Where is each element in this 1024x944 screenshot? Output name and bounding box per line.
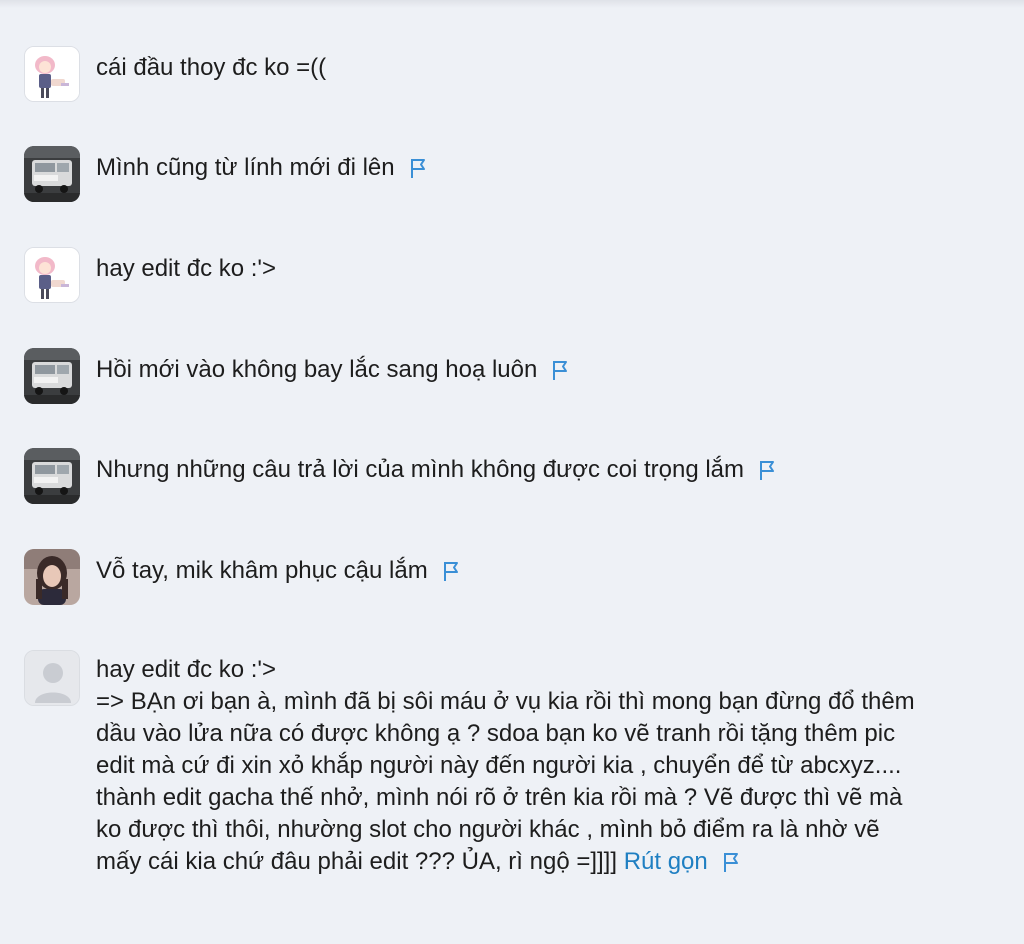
comment-line: hay edit đc ko :'> (96, 656, 277, 683)
comment-line: dầu vào lửa nữa có được không ạ ? sdoa b… (96, 720, 896, 747)
comment-line: ko được thì thôi, nhường slot cho người … (96, 816, 880, 843)
comment-text: cái đầu thoy đc ko =(( (96, 52, 326, 84)
collapse-link[interactable]: Rút gọn (624, 848, 708, 875)
comment-text: Hồi mới vào không bay lắc sang hoạ luôn (96, 354, 569, 386)
report-flag-icon[interactable] (409, 156, 427, 178)
comment-message: Mình cũng từ lính mới đi lên (96, 154, 395, 181)
comment-message: Nhưng những câu trả lời của mình không đ… (96, 456, 744, 483)
comment-line: => BẠn ơi bạn à, mình đã bị sôi máu ở vụ… (96, 688, 915, 715)
report-flag-icon[interactable] (551, 358, 569, 380)
comment-message: Hồi mới vào không bay lắc sang hoạ luôn (96, 356, 538, 383)
comment-last-line: mấy cái kia chứ đâu phải edit ??? ỦA, rì… (96, 846, 1020, 878)
comment-message: cái đầu thoy đc ko =(( (96, 54, 327, 81)
comment-text: hay edit đc ko :'> => BẠn ơi bạn à, mình… (96, 654, 1020, 878)
comment-line: thành edit gacha thế nhở, mình nói rõ ở … (96, 784, 903, 811)
girl-portrait-avatar[interactable] (24, 549, 80, 605)
comment-line: mấy cái kia chứ đâu phải edit ??? ỦA, rì… (96, 848, 618, 875)
comment-text: hay edit đc ko :'> (96, 253, 276, 285)
comment-message: Vỗ tay, mik khâm phục cậu lắm (96, 557, 428, 584)
comment-line: edit mà cứ đi xin xỏ khắp người này đến … (96, 752, 902, 779)
truck-photo-avatar[interactable] (24, 146, 80, 202)
report-flag-icon[interactable] (722, 850, 740, 872)
comment-list: cái đầu thoy đc ko =(( Mình cũng từ lính… (0, 0, 1024, 944)
truck-photo-avatar[interactable] (24, 348, 80, 404)
anime-girl-avatar[interactable] (24, 247, 80, 303)
comment-text: Nhưng những câu trả lời của mình không đ… (96, 454, 776, 486)
truck-photo-avatar[interactable] (24, 448, 80, 504)
anime-girl-avatar[interactable] (24, 46, 80, 102)
default-user-avatar[interactable] (24, 650, 80, 706)
comment-message: hay edit đc ko :'> (96, 255, 277, 282)
report-flag-icon[interactable] (758, 458, 776, 480)
report-flag-icon[interactable] (442, 559, 460, 581)
comment-text: Mình cũng từ lính mới đi lên (96, 152, 427, 184)
comment-text: Vỗ tay, mik khâm phục cậu lắm (96, 555, 460, 587)
